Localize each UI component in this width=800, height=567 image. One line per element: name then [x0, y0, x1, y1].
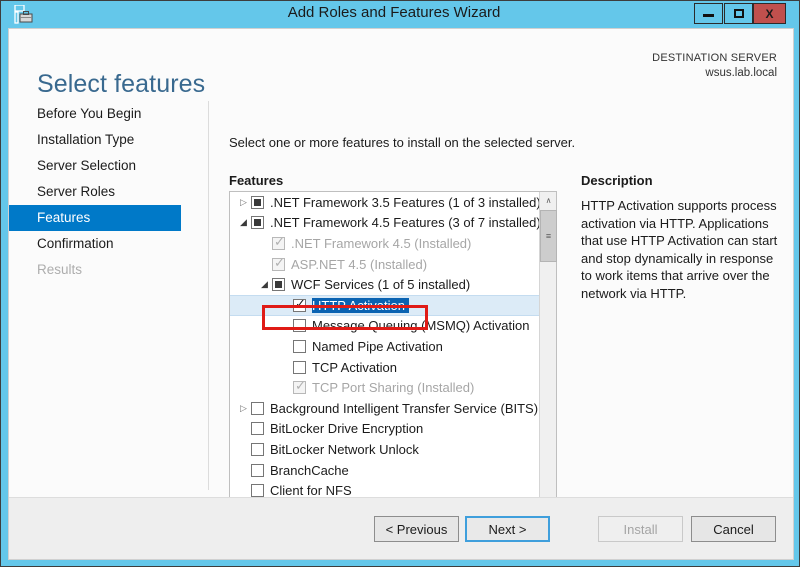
- next-button[interactable]: Next >: [465, 516, 550, 542]
- close-button[interactable]: X: [753, 3, 786, 24]
- wizard-footer: < Previous Next > Install Cancel: [9, 497, 793, 559]
- tree-row-label: TCP Activation: [312, 359, 398, 375]
- close-icon: X: [765, 6, 774, 21]
- checkbox-unchecked[interactable]: [251, 422, 264, 436]
- tree-row[interactable]: ▷ Background Intelligent Transfer Service…: [230, 398, 540, 419]
- minimize-button[interactable]: [694, 3, 723, 24]
- tree-row[interactable]: Named Pipe Activation: [230, 336, 540, 357]
- tree-row-label: Named Pipe Activation: [312, 338, 443, 354]
- description-body: HTTP Activation supports process activat…: [581, 198, 778, 301]
- checkbox-checked[interactable]: ✓: [293, 295, 306, 312]
- tree-row[interactable]: ✓ .NET Framework 4.5 (Installed): [230, 233, 540, 254]
- checkbox-unchecked[interactable]: [251, 463, 264, 477]
- tree-row-label: .NET Framework 4.5 (Installed): [291, 235, 472, 251]
- tree-row-label: .NET Framework 4.5 Features (3 of 7 inst…: [270, 215, 540, 231]
- chevron-right-icon[interactable]: ▷: [236, 197, 251, 208]
- client-area: Select features DESTINATION SERVER wsus.…: [8, 28, 794, 560]
- checkbox-partial[interactable]: [251, 216, 264, 230]
- tree-row[interactable]: ✓ HTTP Activation: [230, 294, 540, 316]
- tree-row-label: Background Intelligent Transfer Service …: [270, 400, 539, 416]
- chevron-down-icon[interactable]: ◢: [236, 217, 251, 228]
- check-icon: ✓: [274, 233, 285, 249]
- checkbox-checked-disabled: ✓: [293, 378, 306, 395]
- checkbox-partial[interactable]: [251, 195, 264, 209]
- cancel-button[interactable]: Cancel: [691, 516, 776, 542]
- maximize-button[interactable]: [724, 3, 753, 24]
- vertical-scroll-thumb[interactable]: ≡: [540, 210, 557, 262]
- tree-row-label: TCP Port Sharing (Installed): [312, 380, 475, 396]
- description-label: Description: [581, 173, 653, 188]
- check-icon: ✓: [274, 254, 285, 270]
- tree-row-label: HTTP Activation: [312, 297, 409, 313]
- partial-check-icon: [254, 219, 261, 227]
- wizard-step-nav: Before You Begin Installation Type Server …: [9, 101, 209, 490]
- checkbox-unchecked[interactable]: [293, 360, 306, 374]
- maximize-icon: [733, 9, 744, 18]
- tree-row[interactable]: ◢ .NET Framework 4.5 Features (3 of 7 ins…: [230, 213, 540, 234]
- tree-row[interactable]: ✓ ASP.NET 4.5 (Installed): [230, 254, 540, 275]
- checkbox-unchecked[interactable]: [293, 319, 306, 333]
- sidebar-item-confirmation[interactable]: Confirmation: [9, 231, 208, 257]
- tree-row-label: BranchCache: [270, 462, 349, 478]
- tree-row-label: BitLocker Drive Encryption: [270, 421, 424, 437]
- tree-row[interactable]: ▷ .NET Framework 3.5 Features (1 of 3 ins…: [230, 192, 540, 213]
- title-bar[interactable]: Add Roles and Features Wizard X: [1, 1, 787, 28]
- checkbox-checked-disabled: ✓: [272, 254, 285, 271]
- check-icon: ✓: [295, 378, 306, 394]
- destination-server-value: wsus.lab.local: [705, 67, 777, 79]
- previous-button[interactable]: < Previous: [374, 516, 459, 542]
- intro-text: Select one or more features to install o…: [229, 135, 576, 150]
- window-title: Add Roles and Features Wizard: [287, 4, 501, 21]
- tree-row-label: BitLocker Network Unlock: [270, 441, 419, 457]
- sidebar-item-results: Results: [37, 262, 83, 277]
- checkbox-partial[interactable]: [272, 278, 285, 292]
- tree-row[interactable]: Message Queuing (MSMQ) Activation: [230, 316, 540, 337]
- chevron-down-icon[interactable]: ◢: [257, 279, 272, 290]
- features-tree-viewport: ▷ .NET Framework 3.5 Features (1 of 3 ins…: [230, 192, 540, 510]
- checkbox-unchecked[interactable]: [251, 401, 264, 415]
- tree-row[interactable]: ✓ TCP Port Sharing (Installed): [230, 377, 540, 398]
- sidebar-item-server-selection[interactable]: Server Selection: [9, 153, 208, 179]
- partial-check-icon: [275, 281, 282, 289]
- tree-row[interactable]: BranchCache: [230, 460, 540, 481]
- tree-row-label: ASP.NET 4.5 (Installed): [291, 256, 428, 272]
- tree-vertical-scrollbar[interactable]: ∧ ≡ ∨: [539, 192, 557, 510]
- destination-server-label: DESTINATION SERVER: [652, 52, 777, 64]
- check-icon: ✓: [295, 295, 306, 311]
- sidebar-item-before-you-begin[interactable]: Before You Begin: [9, 101, 208, 127]
- chevron-right-icon[interactable]: ▷: [236, 403, 251, 414]
- wizard-window: Add Roles and Features Wizard X Select f…: [0, 0, 800, 567]
- sidebar-item-features[interactable]: Features: [9, 205, 181, 231]
- checkbox-unchecked[interactable]: [251, 442, 264, 456]
- tree-row-label: Client for NFS: [270, 483, 352, 499]
- checkbox-unchecked[interactable]: [293, 339, 306, 353]
- sidebar-item-installation-type[interactable]: Installation Type: [9, 127, 208, 153]
- checkbox-checked-disabled: ✓: [272, 233, 285, 250]
- tree-row[interactable]: ◢ WCF Services (1 of 5 installed): [230, 274, 540, 295]
- scroll-up-button[interactable]: ∧: [540, 192, 557, 209]
- destination-server-block: DESTINATION SERVER wsus.lab.local: [652, 51, 777, 81]
- sidebar-item-server-roles[interactable]: Server Roles: [9, 179, 208, 205]
- features-tree[interactable]: ▷ .NET Framework 3.5 Features (1 of 3 ins…: [229, 191, 557, 528]
- tree-row-label: Message Queuing (MSMQ) Activation: [312, 318, 530, 334]
- tree-row[interactable]: BitLocker Drive Encryption: [230, 419, 540, 440]
- page-title: Select features: [37, 69, 206, 98]
- partial-check-icon: [254, 198, 261, 206]
- checkbox-unchecked[interactable]: [251, 484, 264, 498]
- minimize-icon: [703, 14, 714, 17]
- install-button: Install: [598, 516, 683, 542]
- tree-row-label: WCF Services (1 of 5 installed): [291, 277, 471, 293]
- tree-row[interactable]: BitLocker Network Unlock: [230, 439, 540, 460]
- tree-row-label: .NET Framework 3.5 Features (1 of 3 inst…: [270, 194, 540, 210]
- tree-row[interactable]: TCP Activation: [230, 357, 540, 378]
- features-label: Features: [229, 173, 284, 188]
